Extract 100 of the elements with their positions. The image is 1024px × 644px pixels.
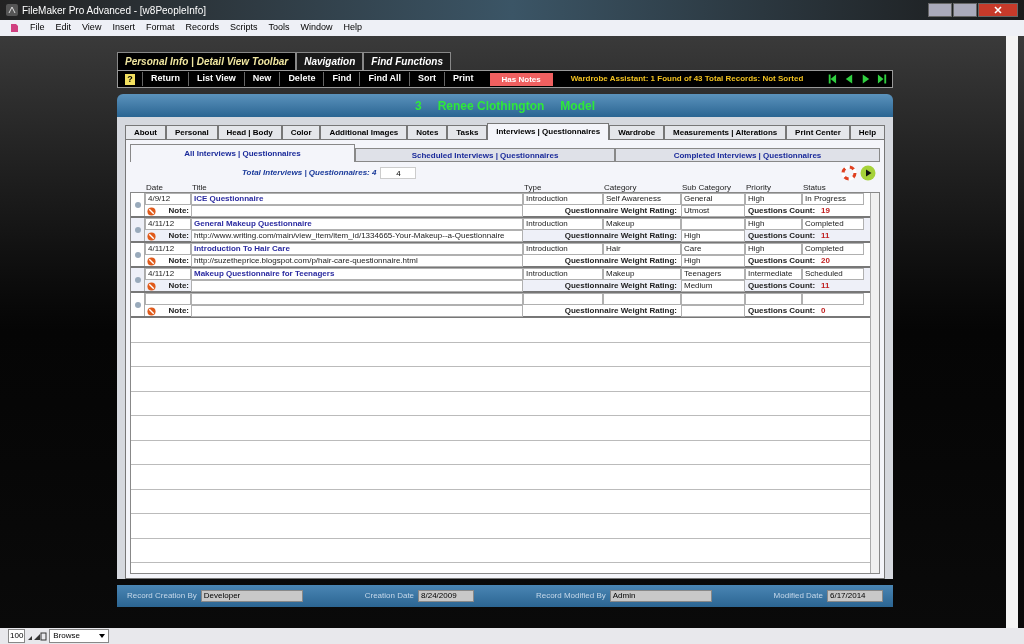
status-cell[interactable]: Scheduled — [802, 268, 864, 280]
priority-cell[interactable]: High — [745, 243, 802, 255]
weight-field[interactable]: High — [681, 230, 745, 242]
menu-item[interactable]: Help — [343, 21, 362, 35]
sub-tab[interactable]: All Interviews | Questionnaires — [130, 144, 355, 162]
note-field[interactable] — [191, 205, 523, 217]
category-cell[interactable]: Hair — [603, 243, 681, 255]
category-cell[interactable]: Self Awareness — [603, 193, 681, 205]
status-cell[interactable]: Completed — [802, 243, 864, 255]
menu-item[interactable]: Records — [185, 21, 219, 35]
type-cell[interactable]: Introduction — [523, 268, 603, 280]
row-selector-icon[interactable] — [134, 201, 141, 208]
toolbar-button[interactable]: Find All — [359, 72, 410, 86]
next-record-icon[interactable] — [860, 73, 871, 85]
close-button[interactable] — [978, 3, 1018, 17]
layout-tab[interactable]: Personal — [165, 125, 218, 140]
title-cell[interactable]: ICE Questionnaire — [191, 193, 523, 205]
date-cell[interactable]: 4/11/12 — [145, 218, 191, 230]
delete-icon[interactable] — [147, 231, 156, 241]
menu-item[interactable]: File — [30, 21, 45, 35]
sub-category-cell[interactable]: Teenagers — [681, 268, 745, 280]
weight-field[interactable] — [681, 305, 745, 317]
date-cell[interactable]: 4/9/12 — [145, 193, 191, 205]
row-selector-icon[interactable] — [134, 226, 141, 233]
sub-tab[interactable]: Scheduled Interviews | Questionnaires — [355, 148, 615, 162]
toolbar-button[interactable]: List View — [188, 72, 244, 86]
title-cell[interactable] — [191, 293, 523, 305]
sub-category-cell[interactable]: Care — [681, 243, 745, 255]
layout-tab[interactable]: Help — [849, 125, 886, 140]
type-cell[interactable] — [523, 293, 603, 305]
sub-category-cell[interactable]: General — [681, 193, 745, 205]
status-cell[interactable]: Completed — [802, 218, 864, 230]
title-cell[interactable]: General Makeup Questionnaire — [191, 218, 523, 230]
help-icon[interactable]: ? — [125, 73, 135, 85]
status-cell[interactable]: In Progress — [802, 193, 864, 205]
type-cell[interactable]: Introduction — [523, 218, 603, 230]
zoom-icon[interactable] — [27, 631, 48, 641]
menu-item[interactable]: Edit — [55, 21, 72, 35]
lifebuoy-icon[interactable] — [841, 165, 857, 181]
layout-tab[interactable]: Wardrobe — [609, 125, 665, 140]
title-cell[interactable]: Makeup Questionnaire for Teenagers — [191, 268, 523, 280]
type-cell[interactable]: Introduction — [523, 243, 603, 255]
note-field[interactable] — [191, 305, 523, 317]
delete-icon[interactable] — [147, 206, 156, 216]
toolbar-button[interactable]: Return — [142, 72, 188, 86]
category-cell[interactable] — [603, 293, 681, 305]
delete-icon[interactable] — [147, 281, 156, 291]
priority-cell[interactable]: High — [745, 193, 802, 205]
layout-tab[interactable]: Measurements | Alterations — [664, 125, 787, 140]
toolbar-button[interactable]: New — [243, 72, 280, 86]
category-cell[interactable]: Makeup — [603, 268, 681, 280]
zoom-level[interactable]: 100 — [8, 629, 26, 643]
priority-cell[interactable] — [745, 293, 802, 305]
play-icon[interactable] — [860, 165, 876, 181]
mode-dropdown[interactable]: Browse — [49, 629, 110, 643]
note-field[interactable]: http://www.writing.com/main/view_item/item_id/1334665-Your-Makeup--a-Questionnaire — [191, 230, 523, 242]
layout-tab[interactable]: Tasks — [447, 125, 488, 140]
menu-item[interactable]: Scripts — [229, 21, 258, 35]
maximize-button[interactable] — [953, 3, 977, 17]
layout-tab[interactable]: About — [125, 125, 166, 140]
window-scrollbar[interactable] — [1006, 36, 1018, 628]
scrollbar[interactable] — [870, 193, 879, 573]
date-cell[interactable] — [145, 293, 191, 305]
status-cell[interactable] — [802, 293, 864, 305]
minimize-button[interactable] — [928, 3, 952, 17]
note-field[interactable] — [191, 280, 523, 292]
menu-item[interactable]: Insert — [112, 21, 135, 35]
date-cell[interactable]: 4/11/12 — [145, 243, 191, 255]
weight-field[interactable]: High — [681, 255, 745, 267]
menu-item[interactable]: Format — [145, 21, 175, 35]
priority-cell[interactable]: Intermediate — [745, 268, 802, 280]
first-record-icon[interactable] — [826, 73, 837, 85]
layout-tab[interactable]: Color — [281, 125, 321, 140]
row-selector-icon[interactable] — [134, 251, 141, 258]
row-selector-icon[interactable] — [134, 301, 141, 308]
layout-tab[interactable]: Head | Body — [217, 125, 282, 140]
toolbar-button[interactable]: Sort — [409, 72, 445, 86]
priority-cell[interactable]: High — [745, 218, 802, 230]
toolbar-tab[interactable]: Navigation — [296, 52, 364, 70]
date-cell[interactable]: 4/11/12 — [145, 268, 191, 280]
delete-icon[interactable] — [147, 306, 156, 316]
note-field[interactable]: http://suzetheprice.blogspot.com/p/hair-care-questionnaire.html — [191, 255, 523, 267]
toolbar-tab[interactable]: Personal Info | Detail View Toolbar — [117, 52, 297, 70]
previous-record-icon[interactable] — [843, 73, 854, 85]
title-cell[interactable]: Introduction To Hair Care — [191, 243, 523, 255]
toolbar-button[interactable]: Print — [444, 72, 482, 86]
category-cell[interactable]: Makeup — [603, 218, 681, 230]
sub-tab[interactable]: Completed Interviews | Questionnaires — [615, 148, 880, 162]
last-record-icon[interactable] — [877, 73, 888, 85]
type-cell[interactable]: Introduction — [523, 193, 603, 205]
layout-tab[interactable]: Interviews | Questionnaires — [487, 123, 610, 140]
delete-icon[interactable] — [147, 256, 156, 266]
menu-item[interactable]: Window — [300, 21, 333, 35]
menu-item[interactable]: View — [82, 21, 102, 35]
toolbar-button[interactable]: Find — [323, 72, 360, 86]
menu-item[interactable]: Tools — [268, 21, 290, 35]
toolbar-button[interactable]: Delete — [279, 72, 324, 86]
weight-field[interactable]: Medium — [681, 280, 745, 292]
sub-category-cell[interactable] — [681, 218, 745, 230]
layout-tab[interactable]: Print Center — [786, 125, 850, 140]
